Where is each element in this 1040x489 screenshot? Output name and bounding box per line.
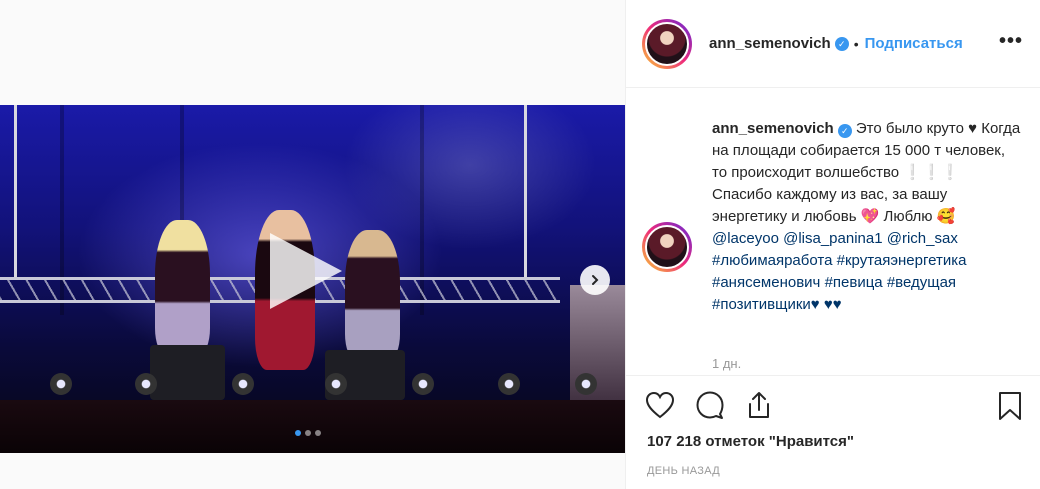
carousel-dots (295, 430, 321, 436)
rope (14, 105, 17, 280)
hashtag-link[interactable]: #позитивщики♥ (712, 296, 820, 313)
mention-link[interactable]: @rich_sax (887, 230, 958, 247)
action-bar (626, 375, 1040, 435)
hashtag-link[interactable]: #ведущая (887, 274, 956, 291)
bookmark-icon[interactable] (996, 390, 1024, 422)
share-icon[interactable] (744, 390, 774, 420)
stage-light (232, 373, 254, 395)
likes-count[interactable]: 107 218 отметок "Нравится" (647, 433, 854, 450)
hashtag-link[interactable]: #любимаяработа (712, 252, 832, 269)
caption-part1: Это было круто (855, 120, 964, 137)
post-sidebar: ann_semenovich ✓ • Подписаться ••• ann_s… (625, 0, 1040, 489)
heart-icon[interactable] (644, 390, 676, 420)
stage-light (325, 373, 347, 395)
caption-end: ♥♥ (823, 296, 842, 313)
stage-light (498, 373, 520, 395)
caption-username[interactable]: ann_semenovich (712, 120, 834, 137)
rope (524, 105, 527, 280)
stage-light (412, 373, 434, 395)
caption-time[interactable]: 1 дн. (712, 356, 741, 371)
more-options-button[interactable]: ••• (999, 30, 1023, 53)
avatar[interactable] (642, 18, 692, 69)
separator: • (853, 35, 859, 52)
avatar-image (645, 21, 689, 66)
hashtag-link[interactable]: #анясеменович (712, 274, 820, 291)
hashtag-link[interactable]: #крутаяэнергетика (837, 252, 967, 269)
speaker (150, 345, 225, 400)
carousel-next-button[interactable] (580, 265, 610, 295)
follow-button[interactable]: Подписаться (865, 35, 963, 52)
stage-light (135, 373, 157, 395)
stage-floor (0, 400, 625, 453)
media-pane (0, 0, 625, 489)
verified-icon: ✓ (834, 36, 849, 51)
mention-link[interactable]: @lisa_panina1 (783, 230, 882, 247)
comment-icon[interactable] (694, 390, 726, 420)
username-link[interactable]: ann_semenovich (709, 35, 831, 52)
play-icon[interactable] (270, 233, 342, 309)
performer (345, 230, 400, 360)
stage-light (50, 373, 72, 395)
chevron-right-icon (592, 275, 599, 285)
performer (155, 220, 210, 355)
carousel-dot (295, 430, 301, 436)
carousel-dot (315, 430, 321, 436)
verified-icon: ✓ (837, 124, 852, 138)
caption-text: ann_semenovich ✓ Это было круто ♥ Когда н… (712, 118, 1022, 316)
mention-link[interactable]: @laceyoo (712, 230, 779, 247)
hashtag-link[interactable]: #певица (825, 274, 883, 291)
stage-light (575, 373, 597, 395)
caption-avatar[interactable] (642, 222, 692, 272)
carousel-dot (305, 430, 311, 436)
post-header: ann_semenovich ✓ • Подписаться ••• (626, 0, 1040, 88)
post-date: ДЕНЬ НАЗАД (647, 465, 720, 477)
